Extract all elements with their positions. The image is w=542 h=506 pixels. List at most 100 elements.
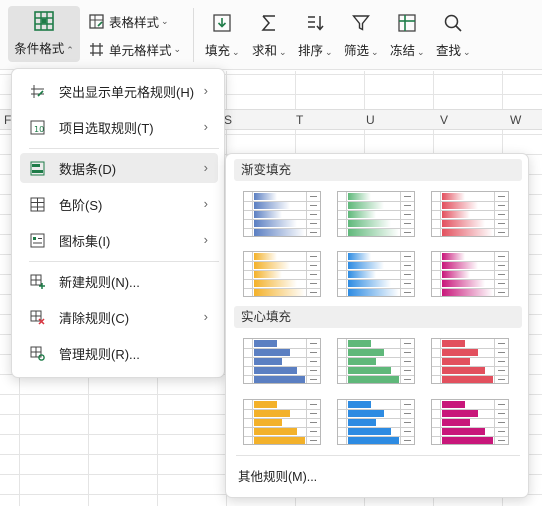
more-rules-item[interactable]: 其他规则(M)... <box>238 466 317 485</box>
conditional-format-button[interactable]: 条件格式 ⌃ <box>8 6 80 62</box>
thumb-grid-line <box>440 339 441 383</box>
chevron-down-icon: ⌄ <box>161 16 169 26</box>
thumb-data-bar <box>442 211 470 218</box>
cell-style-label: 单元格样式 <box>109 44 172 58</box>
thumb-grid-line <box>494 252 495 296</box>
svg-text:10: 10 <box>34 125 44 134</box>
solid-bar-red[interactable] <box>431 338 509 384</box>
thumb-data-bar <box>254 271 282 278</box>
find-label: 查找 <box>436 44 462 58</box>
chevron-down-icon: ⌄ <box>232 47 240 57</box>
solid-bar-magenta[interactable] <box>431 399 509 445</box>
chevron-right-icon: › <box>203 309 208 324</box>
freeze-button[interactable]: 冻结 ⌄ <box>390 10 425 59</box>
thumb-value-mark <box>310 196 317 197</box>
data-bars-submenu: 渐变填充 实心填充 其他规则(M)... <box>225 153 529 498</box>
menu-item-top-bottom-rules[interactable]: 10 项目选取规则(T) › <box>20 112 218 142</box>
gradient-bar-orange[interactable] <box>243 251 321 297</box>
thumb-value-mark <box>310 223 317 224</box>
thumb-data-bar <box>254 437 305 444</box>
column-header[interactable]: U <box>366 113 375 127</box>
thumb-data-bar <box>442 193 465 200</box>
thumb-grid-line <box>252 400 253 444</box>
solid-bar-green[interactable] <box>337 338 415 384</box>
thumb-value-mark <box>310 422 317 423</box>
thumb-grid-line <box>346 400 347 444</box>
solid-bar-orange[interactable] <box>243 399 321 445</box>
thumb-data-bar <box>348 193 371 200</box>
menu-item-label: 突出显示单元格规则(H) <box>59 84 195 100</box>
menu-divider <box>29 261 219 262</box>
cell-style-button[interactable]: 单元格样式 ⌄ <box>88 40 181 59</box>
gradient-bar-green[interactable] <box>337 191 415 237</box>
thumb-value-mark <box>404 431 411 432</box>
chevron-right-icon: › <box>203 160 208 175</box>
fill-button[interactable]: 填充 ⌄ <box>205 10 240 59</box>
conditional-format-label: 条件格式 <box>14 42 65 56</box>
thumb-grid-line <box>306 192 307 236</box>
menu-item-label: 清除规则(C) <box>59 310 130 326</box>
thumb-data-bar <box>254 289 305 296</box>
thumb-value-mark <box>498 413 505 414</box>
column-header[interactable]: S <box>224 113 232 127</box>
thumb-value-mark <box>404 370 411 371</box>
thumb-value-mark <box>404 214 411 215</box>
sort-button[interactable]: 排序 ⌄ <box>298 10 333 59</box>
column-header[interactable]: V <box>440 113 448 127</box>
table-style-button[interactable]: 表格样式 ⌄ <box>88 12 169 31</box>
thumb-data-bar <box>254 262 290 269</box>
menu-item-highlight-rules[interactable]: 突出显示单元格规则(H) › <box>20 76 218 106</box>
thumb-value-mark <box>310 292 317 293</box>
menu-item-label: 图标集(I) <box>59 233 111 249</box>
menu-divider <box>236 455 520 456</box>
thumb-data-bar <box>254 410 290 417</box>
solid-bar-blue[interactable] <box>243 338 321 384</box>
thumb-grid-line <box>346 339 347 383</box>
thumb-data-bar <box>348 358 376 365</box>
thumb-grid-line <box>440 252 441 296</box>
thumb-value-mark <box>404 379 411 380</box>
column-header[interactable]: T <box>296 113 303 127</box>
chevron-down-icon: ⌄ <box>371 47 379 57</box>
thumb-value-mark <box>404 265 411 266</box>
menu-item-color-scales[interactable]: 色阶(S) › <box>20 189 218 219</box>
thumb-value-mark <box>310 361 317 362</box>
menu-item-clear-rules[interactable]: 清除规则(C) › <box>20 302 218 332</box>
thumb-value-mark <box>498 370 505 371</box>
column-header[interactable]: W <box>510 113 521 127</box>
thumb-value-mark <box>404 352 411 353</box>
gradient-bar-blue[interactable] <box>243 191 321 237</box>
thumb-grid-line <box>400 192 401 236</box>
gradient-bar-magenta[interactable] <box>431 251 509 297</box>
new-rule-icon <box>29 273 45 289</box>
filter-label: 筛选 <box>344 44 370 58</box>
thumb-value-mark <box>404 205 411 206</box>
thumb-grid-line <box>400 400 401 444</box>
thumb-data-bar <box>254 211 282 218</box>
filter-button[interactable]: 筛选 ⌄ <box>344 10 379 59</box>
thumb-value-mark <box>498 422 505 423</box>
thumb-value-mark <box>404 292 411 293</box>
thumb-data-bar <box>442 271 470 278</box>
menu-item-new-rule[interactable]: 新建规则(N)... <box>20 266 218 296</box>
thumb-data-bar <box>348 280 391 287</box>
menu-item-manage-rules[interactable]: 管理规则(R)... <box>20 338 218 368</box>
menu-item-icon-sets[interactable]: 图标集(I) › <box>20 225 218 255</box>
thumb-data-bar <box>254 349 290 356</box>
thumb-data-bar <box>254 419 282 426</box>
highlight-rules-icon <box>29 83 45 99</box>
sum-button[interactable]: 求和 ⌄ <box>252 10 287 59</box>
thumb-value-mark <box>404 283 411 284</box>
thumb-data-bar <box>348 367 391 374</box>
thumb-data-bar <box>254 193 277 200</box>
gradient-bar-lightblue[interactable] <box>337 251 415 297</box>
find-button[interactable]: 查找 ⌄ <box>436 10 471 59</box>
thumb-grid-line <box>400 339 401 383</box>
gradient-bar-red[interactable] <box>431 191 509 237</box>
chevron-down-icon: ⌄ <box>463 47 471 57</box>
thumb-value-mark <box>404 422 411 423</box>
solid-bar-lightblue[interactable] <box>337 399 415 445</box>
menu-item-data-bars[interactable]: 数据条(D) › <box>20 153 218 183</box>
thumb-data-bar <box>254 229 305 236</box>
table-style-label: 表格样式 <box>109 16 160 30</box>
